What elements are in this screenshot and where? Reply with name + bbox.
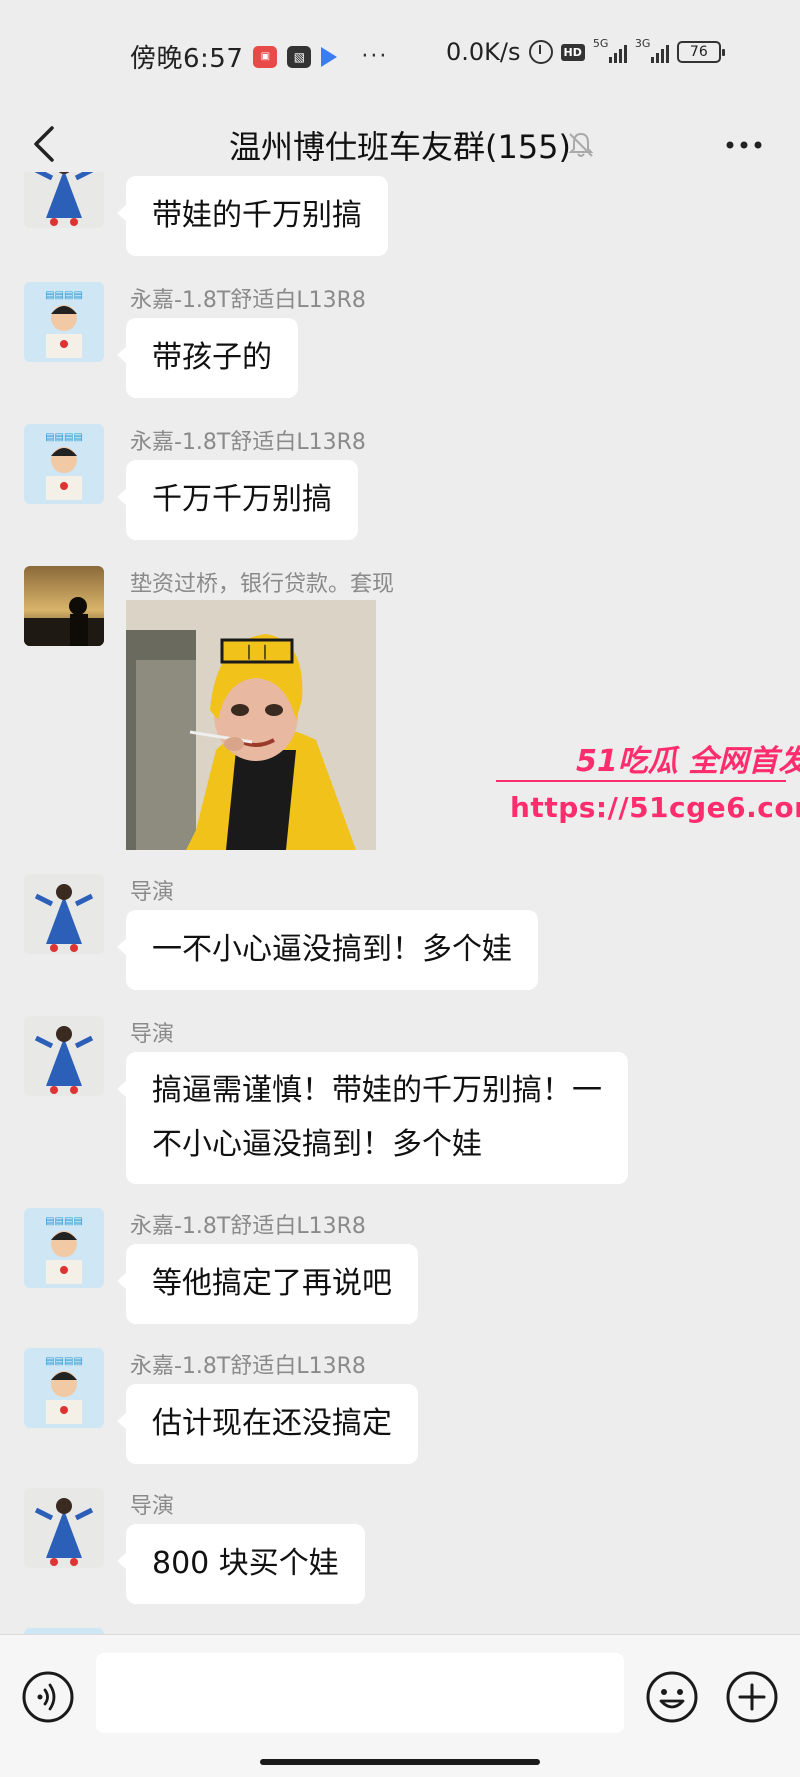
calendar-app-icon: ▣ <box>253 45 278 68</box>
watermark-url: https://51cge6.com <box>510 791 800 824</box>
sender-name: 导演 <box>130 1022 175 1047</box>
video-app-icon <box>321 46 338 67</box>
status-left: 傍晚6:57 ▣ ▧ ··· <box>130 38 388 75</box>
status-time: 傍晚6:57 <box>130 44 244 74</box>
message-bubble[interactable]: 等他搞定了再说吧 <box>117 1244 418 1324</box>
message-bubble[interactable]: 800 块买个娃 <box>117 1524 365 1604</box>
sender-name: 垫资过桥，银行贷款。套现 <box>130 572 395 597</box>
signal-5g-icon: 5G <box>593 37 627 63</box>
news-app-icon: ▧ <box>287 45 312 68</box>
watermark: 51吃瓜 全网首发 https://51cge6.com <box>496 736 800 836</box>
emoji-icon[interactable] <box>644 1669 700 1725</box>
signal-3g-icon: 3G <box>635 37 669 63</box>
voice-icon[interactable] <box>20 1669 76 1725</box>
svg-text:▤▤▤▤: ▤▤▤▤ <box>45 1216 83 1227</box>
message-input[interactable] <box>96 1653 624 1733</box>
message-bubble[interactable]: 估计现在还没搞定 <box>117 1384 418 1464</box>
mute-icon <box>568 132 594 157</box>
network-speed: 0.0K/s <box>446 38 521 66</box>
page-title: 温州博仕班车友群(155) <box>228 128 572 166</box>
alarm-icon <box>528 40 553 64</box>
message-line: 不小心逼没搞到！多个娃 <box>152 1127 482 1162</box>
message-line: 搞逼需谨慎！带娃的千万别搞！一 <box>152 1073 602 1108</box>
watermark-line <box>496 780 786 782</box>
more-icon[interactable] <box>722 130 766 160</box>
sender-name: 永嘉-1.8T舒适白L13R8 <box>130 288 366 313</box>
battery-icon: 76 <box>676 41 725 63</box>
plus-icon[interactable] <box>724 1669 780 1725</box>
chat-message-list[interactable]: 带娃的千万别搞 ▤▤▤▤ 永嘉-1.8T舒适白L13R8 带孩子的 ▤▤▤▤ 永… <box>0 172 800 1634</box>
signal-3g-label: 3G <box>634 37 651 50</box>
message-bubble[interactable]: 搞逼需谨慎！带娃的千万别搞！一 不小心逼没搞到！多个娃 <box>117 1052 628 1184</box>
avatar[interactable]: ▤▤▤▤ <box>24 1208 104 1288</box>
status-bar: 傍晚6:57 ▣ ▧ ··· 0.0K/s HD 5G 3G 76 <box>0 0 800 104</box>
avatar[interactable]: ▤▤▤▤ <box>24 424 104 504</box>
signal-5g-label: 5G <box>592 37 609 50</box>
avatar[interactable] <box>24 566 104 646</box>
sender-name: 导演 <box>130 880 175 905</box>
avatar[interactable]: ▤▤▤▤ <box>24 282 104 362</box>
message-bubble[interactable]: 一不小心逼没搞到！多个娃 <box>117 910 538 990</box>
home-indicator[interactable] <box>260 1759 540 1765</box>
sender-name: 永嘉-1.8T舒适白L13R8 <box>130 430 366 455</box>
avatar[interactable]: ▤▤▤▤ <box>24 1348 104 1428</box>
monkey-costume-sticker[interactable]: 丨丨 <box>126 600 376 850</box>
message-bubble[interactable]: 带娃的千万别搞 <box>117 176 388 256</box>
message-bubble[interactable]: 千万千万别搞 <box>117 460 358 540</box>
avatar[interactable] <box>24 1488 104 1568</box>
avatar[interactable] <box>24 172 104 228</box>
status-right: 0.0K/s HD 5G 3G 76 <box>446 37 725 66</box>
avatar[interactable] <box>24 874 104 954</box>
sender-name: 导演 <box>130 1494 175 1519</box>
svg-text:▤▤▤▤: ▤▤▤▤ <box>45 290 83 301</box>
sender-name: 永嘉-1.8T舒适白L13R8 <box>130 1214 366 1239</box>
watermark-title: 51吃瓜 全网首发 <box>576 744 800 779</box>
svg-text:▤▤▤▤: ▤▤▤▤ <box>45 1356 83 1367</box>
svg-text:▤▤▤▤: ▤▤▤▤ <box>45 432 83 443</box>
svg-text:丨丨: 丨丨 <box>241 643 273 662</box>
message-bubble[interactable]: 带孩子的 <box>117 318 298 398</box>
hd-icon: HD <box>560 43 585 61</box>
sender-name: 永嘉-1.8T舒适白L13R8 <box>130 1354 366 1379</box>
avatar[interactable] <box>24 1016 104 1096</box>
more-notifications-icon: ··· <box>361 44 389 69</box>
message-input-bar <box>0 1634 800 1777</box>
